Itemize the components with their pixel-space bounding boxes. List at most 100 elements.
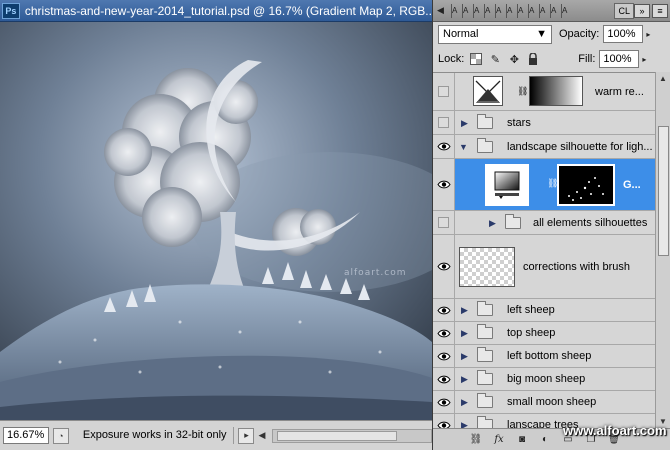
visibility-toggle[interactable] — [433, 414, 455, 428]
panel-tab[interactable]: A — [451, 3, 460, 18]
panel-tab-strip: AAAAAAAAAAA — [451, 3, 612, 18]
expand-triangle-icon[interactable]: ▶ — [461, 374, 468, 385]
layer-style-fx-icon[interactable]: fx — [490, 432, 508, 448]
expand-triangle-icon[interactable]: ▶ — [489, 218, 496, 229]
visibility-off-icon — [438, 86, 449, 97]
collapse-triangle-icon[interactable]: ▼ — [459, 142, 468, 152]
link-layers-icon[interactable]: ⛓ — [467, 432, 485, 448]
layers-panel: ◀ AAAAAAAAAAA CL » ≡ Normal ▼ Opacity: 1… — [432, 0, 670, 450]
blend-options-row: Normal ▼ Opacity: 100% ▸ — [433, 22, 670, 46]
panel-tab[interactable]: A — [462, 3, 471, 18]
blend-mode-select[interactable]: Normal ▼ — [438, 24, 552, 44]
opacity-slider-icon[interactable]: ▸ — [646, 30, 650, 39]
gradient-map-thumbnail — [485, 164, 529, 206]
visibility-toggle[interactable] — [433, 135, 455, 158]
panel-tab[interactable]: A — [561, 3, 570, 18]
expand-triangle-icon[interactable]: ▶ — [461, 305, 468, 316]
scroll-up-icon[interactable]: ▲ — [659, 74, 667, 83]
horizontal-scrollbar-thumb[interactable] — [277, 430, 398, 441]
layer-row[interactable]: ▶ small moon sheep — [433, 391, 655, 414]
image-canvas[interactable]: alfoart.com — [0, 22, 432, 420]
layer-row[interactable]: ▼ landscape silhouette for ligh... — [433, 135, 655, 159]
eye-icon — [436, 375, 451, 383]
layer-name: G... — [623, 178, 641, 191]
folder-icon — [477, 370, 493, 385]
expand-triangle-icon[interactable]: ▶ — [461, 397, 468, 408]
panel-menu-icon[interactable]: ≡ — [652, 3, 668, 18]
layers-list: ⛓ warm re... ▶ stars ▼ landscape silhoue… — [433, 72, 655, 428]
expand-triangle-icon[interactable]: ▶ — [461, 420, 468, 428]
visibility-toggle[interactable] — [433, 299, 455, 321]
layer-mask-icon[interactable]: ◙ — [513, 432, 531, 448]
visibility-toggle[interactable] — [433, 211, 455, 234]
panel-tab[interactable]: A — [517, 3, 526, 18]
status-info-menu-button[interactable]: ▸ — [238, 427, 255, 444]
panel-tab[interactable]: A — [473, 3, 482, 18]
panel-dock-tabs: ◀ AAAAAAAAAAA CL » ≡ — [433, 0, 670, 22]
layer-name: big moon sheep — [507, 373, 586, 385]
layer-row[interactable]: ▶ big moon sheep — [433, 368, 655, 391]
expand-triangle-icon[interactable]: ▶ — [461, 328, 468, 339]
panel-tab[interactable]: A — [506, 3, 515, 18]
adjustment-layer-icon[interactable]: ◐ — [536, 432, 554, 448]
mask-link-icon[interactable]: ⛓ — [517, 86, 528, 97]
layer-name: all elements silhouettes — [533, 216, 648, 229]
lock-label: Lock: — [438, 53, 465, 65]
scroll-left-icon[interactable]: ◀ — [258, 430, 268, 441]
layer-name: landscape silhouette for ligh... — [507, 140, 653, 153]
fill-slider-icon[interactable]: ▸ — [642, 55, 646, 64]
panel-tab[interactable]: A — [550, 3, 559, 18]
lock-transparent-icon[interactable] — [469, 52, 483, 66]
document-window: Ps christmas-and-new-year-2014_tutorial.… — [0, 0, 432, 450]
layer-row[interactable]: ▶ left sheep — [433, 299, 655, 322]
visibility-toggle[interactable] — [433, 111, 455, 134]
visibility-toggle[interactable] — [433, 73, 455, 110]
layer-row[interactable]: ▶ all elements silhouettes — [433, 211, 655, 235]
visibility-toggle[interactable] — [433, 391, 455, 413]
visibility-toggle[interactable] — [433, 159, 455, 210]
panel-tab[interactable]: A — [528, 3, 537, 18]
lock-paint-icon[interactable]: ✎ — [488, 52, 502, 66]
panel-tab-current[interactable]: CL — [614, 2, 634, 19]
layer-name: left bottom sheep — [507, 350, 592, 362]
expand-triangle-icon[interactable]: ▶ — [461, 118, 468, 129]
panel-tab[interactable]: A — [539, 3, 548, 18]
site-credit-watermark: www.alfoart.com — [563, 423, 667, 438]
layer-row[interactable]: ▶ stars — [433, 111, 655, 135]
visibility-toggle[interactable] — [433, 368, 455, 390]
collapse-dock-icon[interactable]: ◀ — [437, 5, 451, 16]
visibility-toggle[interactable] — [433, 235, 455, 298]
layer-row[interactable]: ⛓ warm re... — [433, 73, 655, 111]
panel-tab[interactable]: A — [495, 3, 504, 18]
folder-icon — [505, 213, 521, 229]
photoshop-app-icon: Ps — [2, 2, 20, 19]
layer-row[interactable]: corrections with brush — [433, 235, 655, 299]
status-info-text: Exposure works in 32-bit only — [79, 427, 235, 444]
fill-input[interactable]: 100% — [599, 50, 640, 68]
layer-row[interactable]: ▶ left bottom sheep — [433, 345, 655, 368]
layer-row-selected[interactable]: ⛓ G... — [433, 159, 655, 211]
expand-triangle-icon[interactable]: ▶ — [461, 351, 468, 362]
artwork-image — [0, 22, 432, 420]
layer-row[interactable]: ▶ top sheep — [433, 322, 655, 345]
layers-vertical-scrollbar[interactable]: ▲ ▼ — [655, 72, 670, 428]
visibility-toggle[interactable] — [433, 345, 455, 367]
collapse-panels-icon[interactable]: » — [634, 3, 650, 18]
eye-icon — [436, 262, 451, 271]
horizontal-scrollbar[interactable] — [272, 428, 432, 443]
layers-scrollbar-thumb[interactable] — [658, 126, 669, 256]
eye-icon — [436, 306, 451, 314]
lock-all-icon[interactable] — [526, 52, 540, 66]
document-statusbar: 16.67% ◔ Exposure works in 32-bit only ▸… — [0, 420, 432, 450]
eye-icon — [436, 142, 451, 151]
silhouette-mask-thumbnail — [557, 164, 615, 206]
artwork-watermark: alfoart.com — [344, 268, 407, 278]
lock-move-icon[interactable]: ✥ — [507, 52, 521, 66]
panel-tab[interactable]: A — [484, 3, 493, 18]
zoom-level-input[interactable]: 16.67% — [3, 427, 49, 444]
opacity-input[interactable]: 100% — [603, 25, 644, 43]
fill-label: Fill: — [578, 53, 596, 65]
status-menu-icon[interactable]: ◔ — [52, 427, 69, 444]
document-titlebar[interactable]: Ps christmas-and-new-year-2014_tutorial.… — [0, 0, 432, 22]
visibility-toggle[interactable] — [433, 322, 455, 344]
